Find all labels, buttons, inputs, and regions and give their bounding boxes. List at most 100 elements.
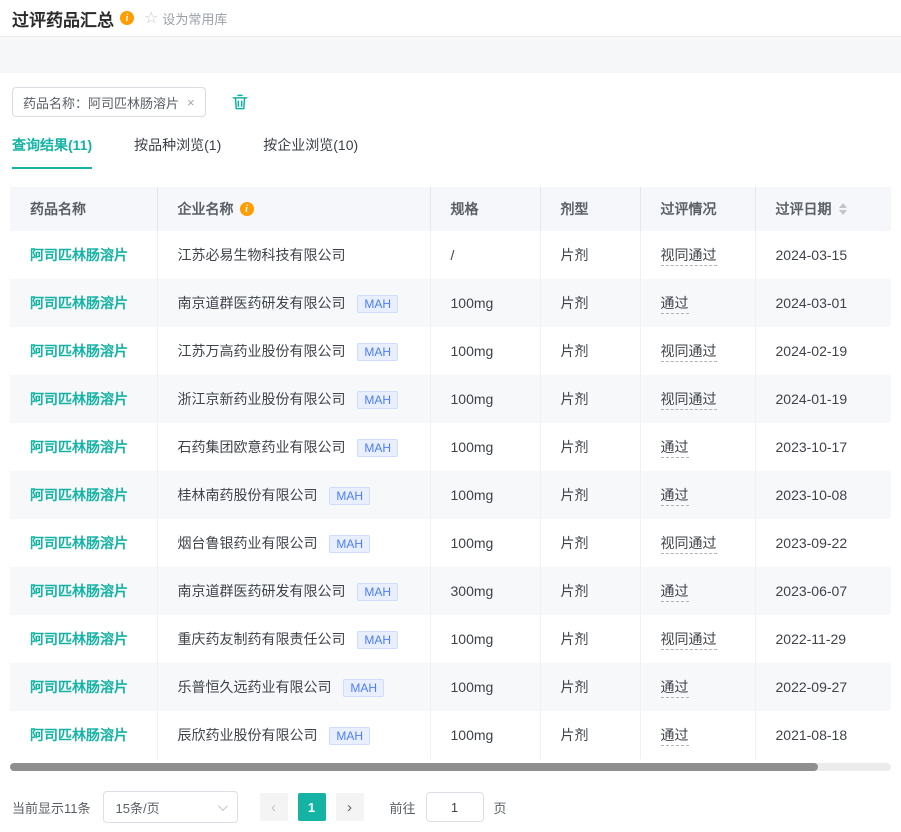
mah-badge: MAH [343, 679, 384, 697]
column-header-drug[interactable]: 药品名称 [10, 187, 157, 231]
spec-cell: / [430, 231, 540, 279]
horizontal-scrollbar-track[interactable] [10, 763, 891, 771]
company-name: 石药集团欧意药业有限公司 [178, 439, 346, 455]
drug-name-link[interactable]: 阿司匹林肠溶片 [30, 535, 128, 551]
company-name: 重庆药友制药有限责任公司 [178, 631, 346, 647]
table-row: 阿司匹林肠溶片 乐普恒久远药业有限公司 MAH 100mg 片剂 通过 2022… [10, 663, 891, 711]
form-cell: 片剂 [540, 567, 640, 615]
column-header-form-label: 剂型 [561, 199, 589, 219]
column-header-company[interactable]: 企业名称 i [157, 187, 430, 231]
company-name: 江苏万高药业股份有限公司 [178, 343, 346, 359]
column-header-spec[interactable]: 规格 [430, 187, 540, 231]
mah-badge: MAH [357, 343, 398, 361]
status-text[interactable]: 视同通过 [661, 343, 717, 362]
company-name: 南京道群医药研发有限公司 [178, 295, 346, 311]
date-cell: 2023-10-08 [755, 471, 891, 519]
goto-label: 前往 [390, 798, 416, 817]
date-cell: 2022-09-27 [755, 663, 891, 711]
sort-desc-icon[interactable] [839, 210, 847, 215]
company-name: 桂林南药股份有限公司 [178, 487, 318, 503]
drug-name-link[interactable]: 阿司匹林肠溶片 [30, 295, 128, 311]
mah-badge: MAH [357, 439, 398, 457]
header-divider-band [0, 37, 901, 73]
status-text[interactable]: 通过 [661, 439, 689, 458]
form-cell: 片剂 [540, 279, 640, 327]
mah-badge: MAH [329, 727, 370, 745]
spec-cell: 100mg [430, 471, 540, 519]
drug-name-link[interactable]: 阿司匹林肠溶片 [30, 631, 128, 647]
spec-cell: 100mg [430, 375, 540, 423]
table-row: 阿司匹林肠溶片 重庆药友制药有限责任公司 MAH 100mg 片剂 视同通过 2… [10, 615, 891, 663]
filter-tag-label: 药品名称：阿司匹林肠溶片 [23, 93, 179, 112]
page-number-button[interactable]: 1 [298, 793, 326, 821]
sort-icon[interactable] [839, 203, 847, 215]
status-text[interactable]: 通过 [661, 679, 689, 698]
status-text[interactable]: 视同通过 [661, 535, 717, 554]
drug-name-link[interactable]: 阿司匹林肠溶片 [30, 487, 128, 503]
spec-cell: 100mg [430, 423, 540, 471]
filter-row: 药品名称：阿司匹林肠溶片 × [10, 87, 891, 117]
prev-page-button[interactable]: ‹ [260, 793, 288, 821]
drug-name-link[interactable]: 阿司匹林肠溶片 [30, 583, 128, 599]
favorite-label[interactable]: 设为常用库 [162, 9, 227, 28]
table-row: 阿司匹林肠溶片 烟台鲁银药业有限公司 MAH 100mg 片剂 视同通过 202… [10, 519, 891, 567]
form-cell: 片剂 [540, 471, 640, 519]
table-row: 阿司匹林肠溶片 桂林南药股份有限公司 MAH 100mg 片剂 通过 2023-… [10, 471, 891, 519]
status-text[interactable]: 视同通过 [661, 391, 717, 410]
horizontal-scrollbar-thumb[interactable] [10, 763, 818, 771]
column-header-status-label: 过评情况 [661, 199, 717, 219]
pagination-bar: 当前显示11条 15条/页 ‹ 1 › 前往 页 [10, 791, 891, 823]
tab-bar: 查询结果(11) 按品种浏览(1) 按企业浏览(10) [10, 135, 891, 175]
date-cell: 2021-08-18 [755, 711, 891, 759]
date-cell: 2024-01-19 [755, 375, 891, 423]
drug-name-link[interactable]: 阿司匹林肠溶片 [30, 679, 128, 695]
table-row: 阿司匹林肠溶片 江苏必易生物科技有限公司 / 片剂 视同通过 2024-03-1… [10, 231, 891, 279]
status-text[interactable]: 视同通过 [661, 631, 717, 650]
company-name: 烟台鲁银药业有限公司 [178, 535, 318, 551]
form-cell: 片剂 [540, 327, 640, 375]
drug-name-link[interactable]: 阿司匹林肠溶片 [30, 343, 128, 359]
next-page-button[interactable]: › [336, 793, 364, 821]
column-header-form[interactable]: 剂型 [540, 187, 640, 231]
tab-by-variety[interactable]: 按品种浏览(1) [134, 135, 221, 169]
status-text[interactable]: 视同通过 [661, 247, 717, 266]
company-name: 浙江京新药业股份有限公司 [178, 391, 346, 407]
status-text[interactable]: 通过 [661, 487, 689, 506]
mah-badge: MAH [329, 535, 370, 553]
table-row: 阿司匹林肠溶片 浙江京新药业股份有限公司 MAH 100mg 片剂 视同通过 2… [10, 375, 891, 423]
company-name: 南京道群医药研发有限公司 [178, 583, 346, 599]
page-size-select[interactable]: 15条/页 [103, 791, 238, 823]
column-header-date[interactable]: 过评日期 [755, 187, 891, 231]
spec-cell: 100mg [430, 279, 540, 327]
company-info-icon[interactable]: i [240, 202, 254, 216]
date-cell: 2024-03-15 [755, 231, 891, 279]
page-header: 过评药品汇总 i ☆ 设为常用库 [0, 0, 901, 37]
form-cell: 片剂 [540, 375, 640, 423]
title-info-icon[interactable]: i [120, 11, 134, 25]
form-cell: 片剂 [540, 615, 640, 663]
status-text[interactable]: 通过 [661, 295, 689, 314]
page-title: 过评药品汇总 [12, 6, 114, 31]
table-row: 阿司匹林肠溶片 石药集团欧意药业有限公司 MAH 100mg 片剂 通过 202… [10, 423, 891, 471]
tab-by-company[interactable]: 按企业浏览(10) [263, 135, 358, 169]
column-header-company-label: 企业名称 [178, 199, 234, 219]
form-cell: 片剂 [540, 711, 640, 759]
filter-tag-close-icon[interactable]: × [187, 95, 195, 110]
sort-asc-icon[interactable] [839, 203, 847, 208]
spec-cell: 300mg [430, 567, 540, 615]
favorite-star-icon[interactable]: ☆ [144, 8, 158, 28]
form-cell: 片剂 [540, 663, 640, 711]
drug-name-link[interactable]: 阿司匹林肠溶片 [30, 727, 128, 743]
tab-query-results[interactable]: 查询结果(11) [12, 135, 92, 169]
status-text[interactable]: 通过 [661, 727, 689, 746]
status-text[interactable]: 通过 [661, 583, 689, 602]
table-row: 阿司匹林肠溶片 南京道群医药研发有限公司 MAH 300mg 片剂 通过 202… [10, 567, 891, 615]
spec-cell: 100mg [430, 519, 540, 567]
column-header-status[interactable]: 过评情况 [640, 187, 755, 231]
drug-name-link[interactable]: 阿司匹林肠溶片 [30, 247, 128, 263]
drug-name-link[interactable]: 阿司匹林肠溶片 [30, 391, 128, 407]
results-table: 药品名称 企业名称 i 规格 剂型 过评情况 [10, 187, 891, 759]
goto-page-input[interactable] [426, 792, 484, 822]
trash-icon[interactable] [230, 92, 250, 112]
drug-name-link[interactable]: 阿司匹林肠溶片 [30, 439, 128, 455]
